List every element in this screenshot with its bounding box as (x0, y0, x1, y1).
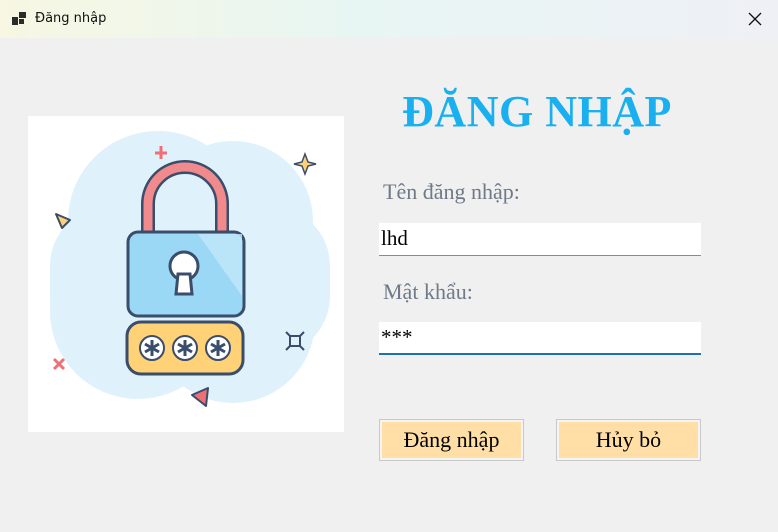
password-field[interactable]: *** (379, 322, 701, 355)
window-title: Đăng nhập (35, 11, 107, 26)
username-field[interactable]: lhd (379, 223, 701, 256)
title-bar[interactable]: Đăng nhập (0, 0, 778, 38)
password-label: Mật khẩu: (383, 279, 473, 304)
close-button[interactable] (732, 0, 778, 38)
close-icon (748, 12, 762, 26)
page-title: ĐĂNG NHẬP (402, 87, 672, 136)
login-button[interactable]: Đăng nhập (379, 419, 524, 461)
username-label: Tên đăng nhập: (383, 179, 520, 204)
cancel-button[interactable]: Hủy bỏ (556, 419, 701, 461)
lock-illustration (28, 116, 344, 432)
windows-form-icon (11, 11, 27, 27)
